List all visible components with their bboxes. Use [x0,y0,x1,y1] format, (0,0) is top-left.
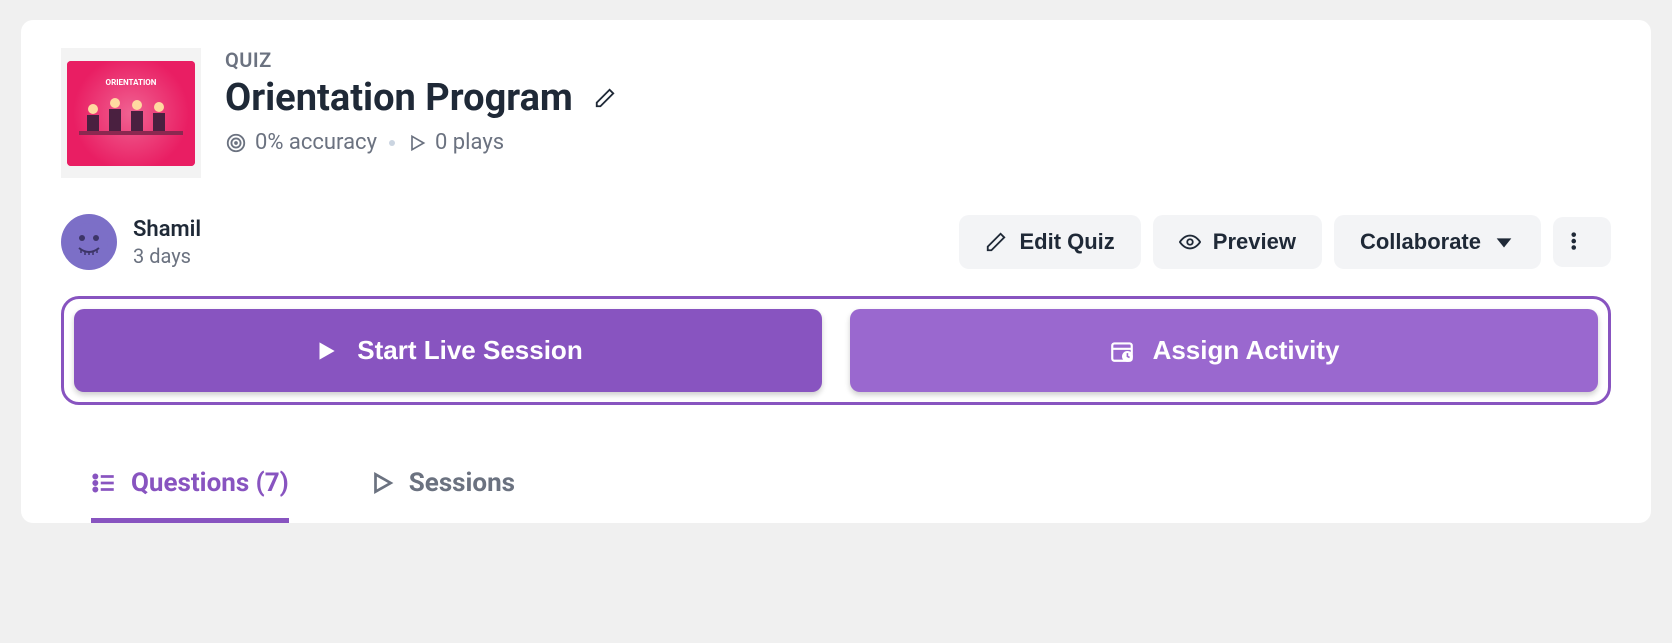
action-buttons: Edit Quiz Preview Collaborate [959,215,1611,269]
plays-stat: 0 plays [407,130,504,155]
tab-questions[interactable]: Questions (7) [91,448,289,523]
edit-quiz-button[interactable]: Edit Quiz [959,215,1140,269]
pencil-icon [985,231,1007,253]
quiz-meta: QUIZ Orientation Program 0% accuracy [225,48,1611,155]
target-icon [225,132,247,154]
eye-icon [1179,231,1201,253]
preview-label: Preview [1213,229,1296,255]
start-live-label: Start Live Session [357,335,582,366]
play-fill-icon [313,338,339,364]
header: ORIENTATION QUIZ Orientation Program [61,48,1611,178]
tab-sessions-label: Sessions [409,468,515,498]
stats-row: 0% accuracy 0 plays [225,130,1611,155]
collaborate-button[interactable]: Collaborate [1334,215,1541,269]
list-icon [91,470,117,496]
pencil-icon [594,87,616,109]
tabs: Questions (7) Sessions [61,447,1611,523]
type-label: QUIZ [225,48,1611,72]
cta-container: Start Live Session Assign Activity [61,296,1611,405]
quiz-thumbnail: ORIENTATION [61,48,201,178]
author-info: Shamil 3 days [61,214,201,270]
svg-text:ORIENTATION: ORIENTATION [106,78,157,87]
preview-button[interactable]: Preview [1153,215,1322,269]
edit-title-button[interactable] [589,82,621,114]
avatar [61,214,117,270]
author-name: Shamil [133,217,201,242]
accuracy-stat: 0% accuracy [225,130,377,155]
separator-dot [389,140,395,146]
more-options-button[interactable] [1553,217,1611,267]
edit-quiz-label: Edit Quiz [1019,229,1114,255]
quiz-detail-card: ORIENTATION QUIZ Orientation Program [21,20,1651,523]
assign-activity-button[interactable]: Assign Activity [850,309,1598,392]
start-live-session-button[interactable]: Start Live Session [74,309,822,392]
plays-text: 0 plays [435,130,504,155]
collaborate-label: Collaborate [1360,229,1481,255]
tab-questions-label: Questions (7) [131,468,289,498]
assign-activity-label: Assign Activity [1153,335,1340,366]
tab-sessions[interactable]: Sessions [369,448,515,523]
play-icon [407,133,427,153]
accuracy-text: 0% accuracy [255,130,377,155]
play-outline-icon [369,470,395,496]
calendar-clock-icon [1109,338,1135,364]
author-time: 3 days [133,244,201,268]
more-vertical-icon [1571,231,1593,253]
quiz-title: Orientation Program [225,76,573,120]
author-actions-row: Shamil 3 days Edit Quiz Preview Collabor… [61,214,1611,270]
chevron-down-icon [1493,231,1515,253]
